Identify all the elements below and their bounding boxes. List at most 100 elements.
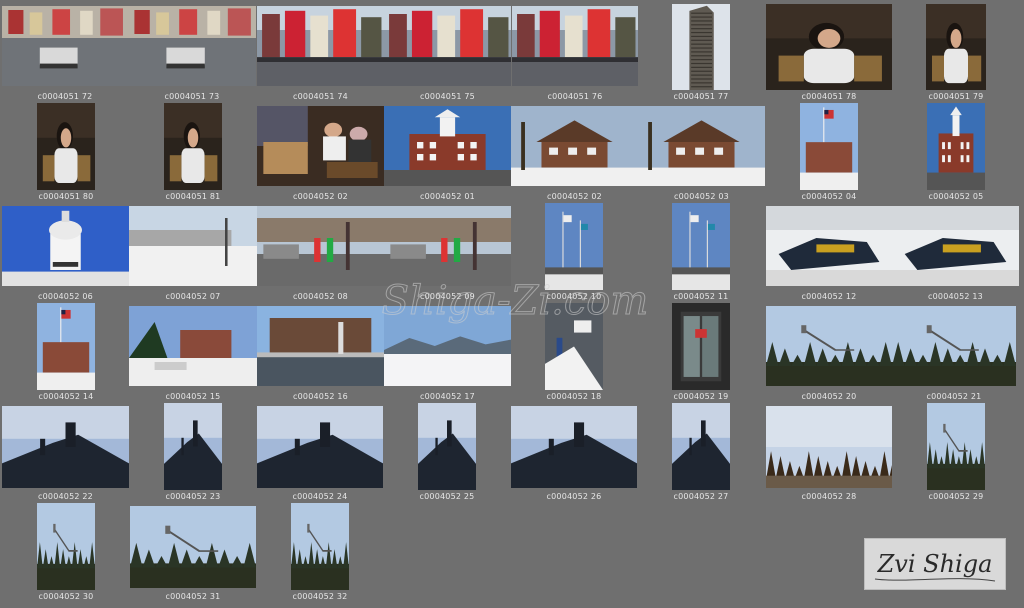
photo-cell[interactable]: c0004052 13 — [892, 206, 1019, 301]
photo-cell[interactable]: c0004052 12 — [766, 206, 892, 301]
photo-thumbnail[interactable] — [512, 6, 638, 86]
photo-image — [512, 6, 638, 86]
photo-thumbnail[interactable] — [384, 306, 511, 386]
photo-thumbnail[interactable] — [672, 303, 730, 390]
photo-id-label: c0004052 26 — [546, 492, 602, 501]
photo-cell[interactable]: c0004052 05 — [927, 103, 985, 201]
photo-cell[interactable]: c0004051 74 — [257, 6, 384, 102]
photo-image — [766, 406, 892, 488]
photo-cell[interactable]: c0004052 25 — [418, 403, 476, 501]
photo-cell[interactable]: c0004052 22 — [2, 406, 129, 501]
photo-thumbnail[interactable] — [511, 406, 637, 488]
photo-thumbnail[interactable] — [927, 103, 985, 190]
photo-thumbnail[interactable] — [672, 203, 730, 290]
photo-cell[interactable]: c0004052 21 — [892, 306, 1016, 401]
photo-thumbnail[interactable] — [129, 206, 257, 286]
photo-cell[interactable]: c0004052 26 — [511, 406, 637, 501]
photo-cell[interactable]: c0004052 28 — [766, 406, 892, 501]
photo-cell[interactable]: c0004052 02 — [511, 106, 638, 201]
photo-thumbnail[interactable] — [384, 6, 511, 86]
photo-thumbnail[interactable] — [37, 303, 95, 390]
photo-thumbnail[interactable] — [37, 503, 95, 590]
photo-cell[interactable]: c0004052 08 — [257, 206, 384, 301]
photo-id-label: c0004052 03 — [674, 192, 729, 201]
photo-image — [164, 103, 222, 190]
photo-thumbnail[interactable] — [130, 506, 256, 588]
photo-thumbnail[interactable] — [164, 403, 222, 490]
photo-thumbnail[interactable] — [257, 6, 384, 86]
photo-thumbnail[interactable] — [384, 106, 511, 186]
photo-thumbnail[interactable] — [2, 406, 129, 488]
photo-thumbnail[interactable] — [800, 103, 858, 190]
photo-thumbnail[interactable] — [37, 103, 95, 190]
photo-cell[interactable]: c0004051 72 — [2, 6, 128, 102]
photo-cell[interactable]: c0004051 80 — [37, 103, 95, 201]
photo-cell[interactable]: c0004052 19 — [672, 303, 730, 401]
photo-thumbnail[interactable] — [2, 6, 128, 86]
photo-cell[interactable]: c0004052 02 — [257, 106, 384, 201]
photo-cell[interactable]: c0004051 77 — [672, 4, 730, 102]
photo-cell[interactable]: c0004052 07 — [129, 206, 257, 301]
photo-thumbnail[interactable] — [766, 206, 892, 286]
photo-id-label: c0004052 19 — [673, 392, 729, 401]
photo-cell[interactable]: c0004052 04 — [800, 103, 858, 201]
photo-id-label: c0004052 15 — [165, 392, 221, 401]
photo-cell[interactable]: c0004052 32 — [291, 503, 349, 602]
photo-thumbnail[interactable] — [257, 106, 384, 186]
photo-thumbnail[interactable] — [545, 203, 603, 290]
photo-cell[interactable]: c0004051 76 — [512, 6, 638, 102]
photo-cell[interactable]: c0004051 78 — [766, 4, 892, 102]
photo-cell[interactable]: c0004052 01 — [384, 106, 511, 201]
photo-cell[interactable]: c0004052 23 — [164, 403, 222, 501]
photo-cell[interactable]: c0004052 31 — [130, 506, 256, 602]
photo-thumbnail[interactable] — [766, 4, 892, 90]
photo-id-label: c0004051 72 — [37, 92, 93, 101]
photo-cell[interactable]: c0004052 30 — [37, 503, 95, 602]
photo-thumbnail[interactable] — [892, 306, 1016, 386]
photo-thumbnail[interactable] — [638, 106, 765, 186]
photo-cell[interactable]: c0004052 16 — [257, 306, 384, 401]
photo-thumbnail[interactable] — [291, 503, 349, 590]
photo-cell[interactable]: c0004052 10 — [545, 203, 603, 301]
photo-image — [545, 303, 603, 390]
photo-cell[interactable]: c0004051 75 — [384, 6, 511, 102]
photo-cell[interactable]: c0004051 73 — [128, 6, 256, 102]
photo-thumbnail[interactable] — [129, 306, 257, 386]
photo-thumbnail[interactable] — [128, 6, 256, 86]
photo-thumbnail[interactable] — [384, 206, 511, 286]
photo-cell[interactable]: c0004052 15 — [129, 306, 257, 401]
photo-cell[interactable]: c0004052 03 — [638, 106, 765, 201]
photo-cell[interactable]: c0004052 09 — [384, 206, 511, 301]
photo-thumbnail[interactable] — [257, 306, 384, 386]
photo-id-label: c0004052 06 — [38, 292, 93, 301]
photo-thumbnail[interactable] — [927, 403, 985, 490]
photo-thumbnail[interactable] — [511, 106, 638, 186]
photo-thumbnail[interactable] — [545, 303, 603, 390]
photo-cell[interactable]: c0004052 29 — [927, 403, 985, 501]
photo-thumbnail[interactable] — [164, 103, 222, 190]
photo-cell[interactable]: c0004052 27 — [672, 403, 730, 501]
photo-thumbnail[interactable] — [257, 406, 383, 488]
photo-thumbnail[interactable] — [2, 206, 129, 286]
photo-thumbnail[interactable] — [892, 206, 1019, 286]
photo-cell[interactable]: c0004052 18 — [545, 303, 603, 401]
photo-thumbnail[interactable] — [766, 406, 892, 488]
photo-cell[interactable]: c0004052 20 — [766, 306, 892, 401]
photo-cell[interactable]: c0004052 14 — [37, 303, 95, 401]
photo-cell[interactable]: c0004051 79 — [926, 4, 986, 102]
photo-id-label: c0004051 77 — [673, 92, 729, 101]
photo-id-label: c0004052 13 — [928, 292, 983, 301]
photo-cell[interactable]: c0004051 81 — [164, 103, 222, 201]
photo-cell[interactable]: c0004052 17 — [384, 306, 511, 401]
photo-cell[interactable]: c0004052 11 — [672, 203, 730, 301]
photo-thumbnail[interactable] — [672, 4, 730, 90]
photo-cell[interactable]: c0004052 24 — [257, 406, 383, 501]
photo-thumbnail[interactable] — [257, 206, 384, 286]
photo-id-label: c0004052 22 — [38, 492, 93, 501]
photo-thumbnail[interactable] — [672, 403, 730, 490]
photo-thumbnail[interactable] — [766, 306, 892, 386]
photo-id-label: c0004052 24 — [292, 492, 348, 501]
photo-thumbnail[interactable] — [926, 4, 986, 90]
photo-cell[interactable]: c0004052 06 — [2, 206, 129, 301]
photo-thumbnail[interactable] — [418, 403, 476, 490]
